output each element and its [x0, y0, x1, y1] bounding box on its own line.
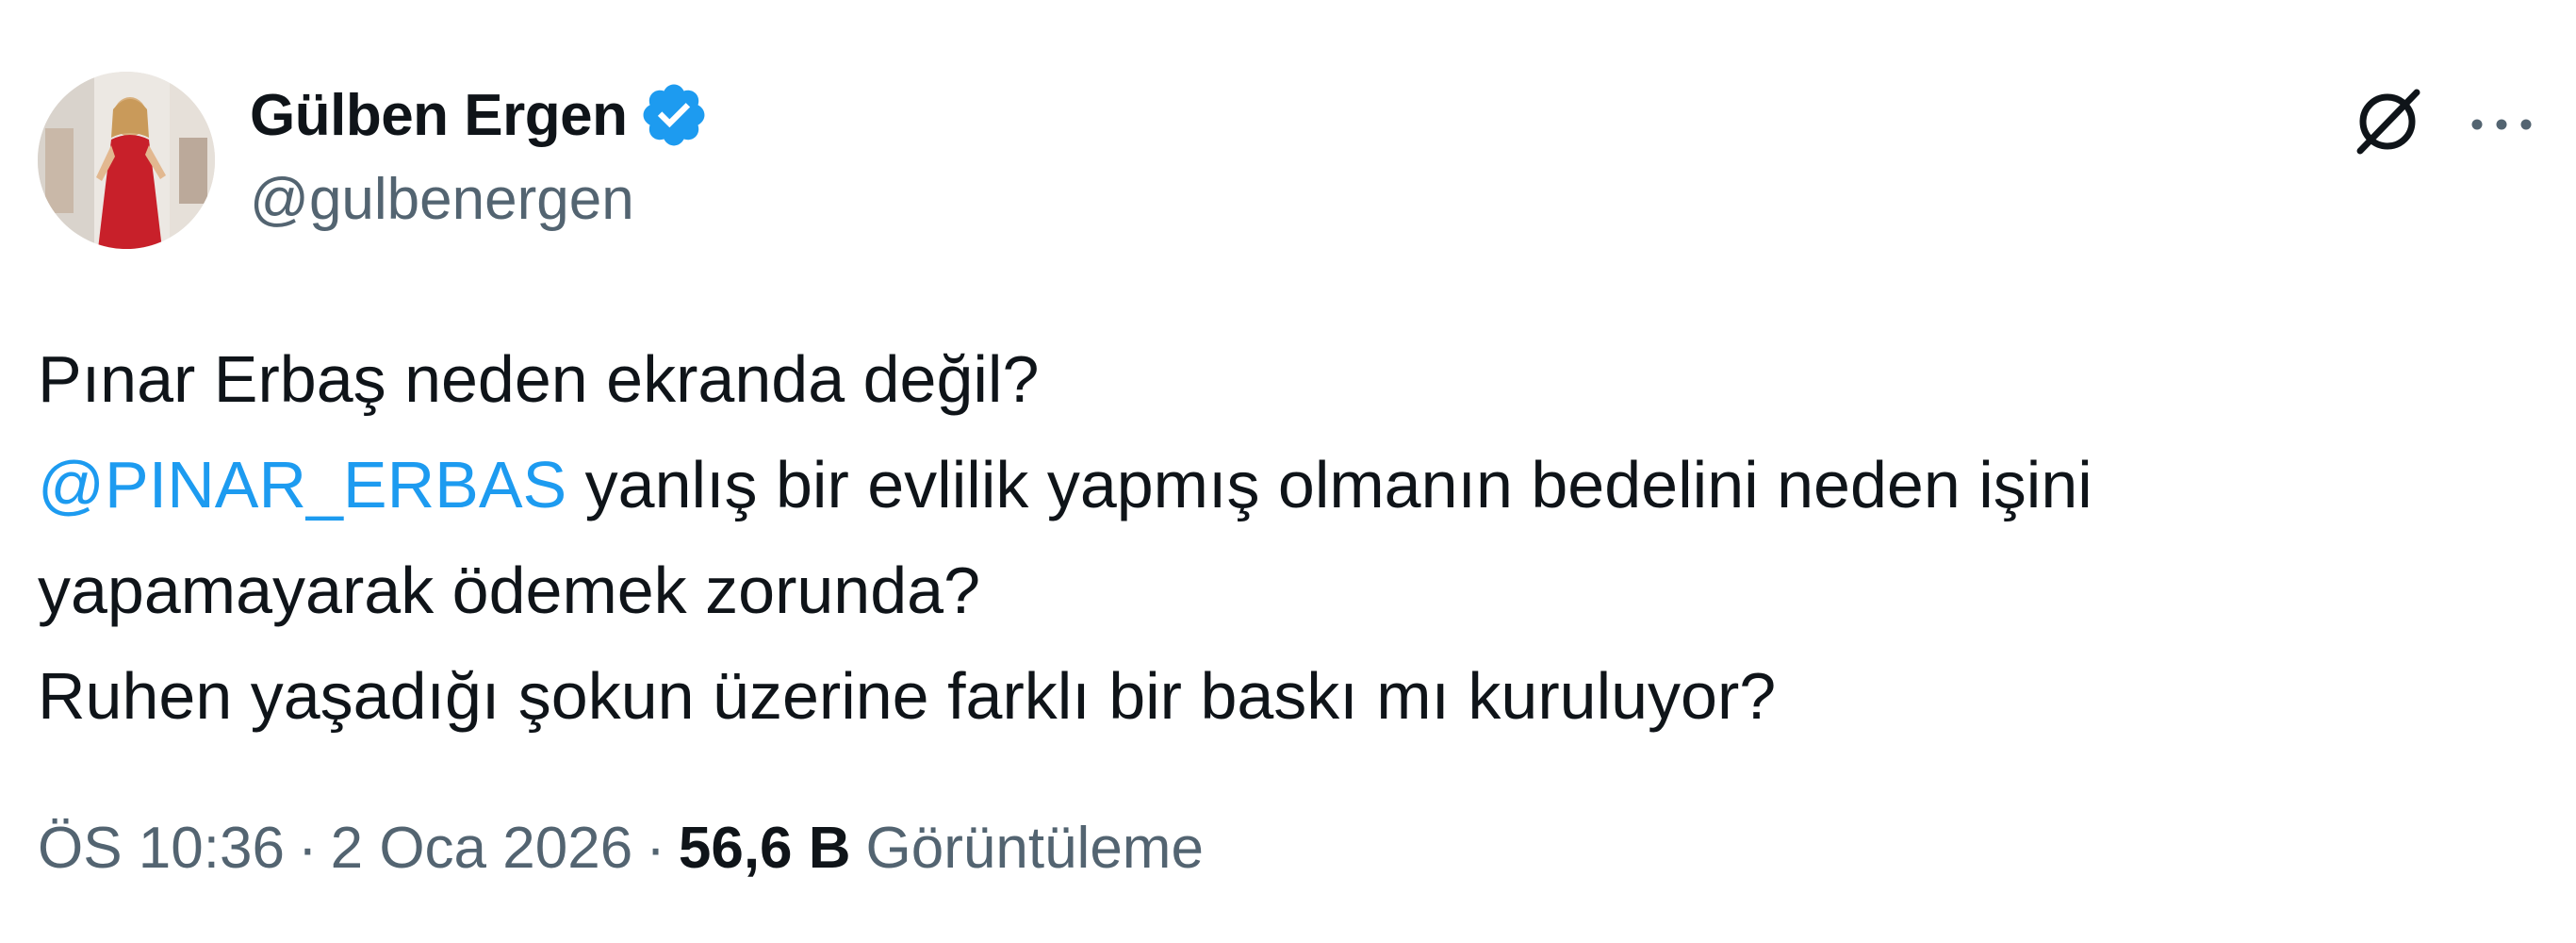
mention-link[interactable]: @PINAR_ERBAS [38, 448, 566, 521]
verified-badge-icon [644, 84, 705, 146]
tweet-line-2: @PINAR_ERBAS yanlış bir evlilik yapmış o… [38, 432, 2507, 538]
grok-icon[interactable] [2347, 81, 2428, 162]
tweet-line-2-text: yanlış bir evlilik yapmış olmanın bedeli… [566, 448, 2092, 521]
profile-photo-icon [38, 72, 215, 249]
tweet-meta: ÖS 10:36 · 2 Oca 2026 · 56,6 B Görüntüle… [38, 815, 1204, 882]
tweet-card: Gülben Ergen @gulbenergen Pınar Erbaş ne… [0, 0, 2576, 943]
tweet-line-3: yapamayarak ödemek zorunda? [38, 554, 981, 627]
meta-separator: · [646, 816, 665, 881]
views-count[interactable]: 56,6 B [679, 815, 851, 882]
author-avatar[interactable] [38, 72, 215, 249]
tweet-line-4: Ruhen yaşadığı şokun üzerine farklı bir … [38, 659, 1777, 733]
author-display-name[interactable]: Gülben Ergen [250, 82, 628, 149]
tweet-date[interactable]: 2 Oca 2026 [331, 815, 633, 882]
meta-separator: · [297, 816, 318, 881]
tweet-text: Pınar Erbaş neden ekranda değil? @PINAR_… [38, 326, 2507, 749]
author-name-row: Gülben Ergen [250, 77, 710, 153]
tweet-time[interactable]: ÖS 10:36 [38, 815, 285, 882]
more-options-icon[interactable] [2468, 91, 2535, 158]
tweet-line-1: Pınar Erbaş neden ekranda değil? [38, 342, 1040, 416]
views-label[interactable]: Görüntüleme [866, 815, 1204, 882]
author-handle[interactable]: @gulbenergen [250, 166, 634, 233]
